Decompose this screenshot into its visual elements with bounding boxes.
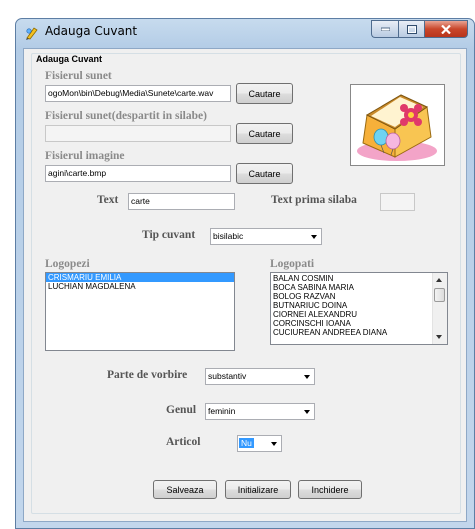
gender-value: feminin [208, 406, 236, 416]
therapists-listbox[interactable]: BALAN COSMIN BOCA SABINA MARIA BOLOG RAZ… [270, 272, 448, 345]
group-title: Adauga Cuvant [34, 54, 105, 64]
chevron-down-icon [311, 235, 317, 239]
sound-split-input[interactable] [45, 125, 231, 142]
chevron-down-icon [271, 442, 277, 446]
list-item[interactable]: BOLOG RAZVAN [271, 292, 447, 301]
word-type-label: Tip cuvant [142, 229, 196, 241]
first-syllable-input[interactable] [380, 193, 415, 211]
image-file-input[interactable]: agini\carte.bmp [45, 165, 231, 182]
therapists-scrollbar[interactable] [432, 273, 447, 344]
sound-split-label: Fisierul sunet(despartit in silabe) [45, 110, 207, 122]
article-label: Articol [166, 436, 201, 448]
chevron-down-icon [304, 375, 310, 379]
image-file-label: Fisierul imagine [45, 150, 125, 162]
list-item[interactable]: BUTNARIUC DOINA [271, 301, 447, 310]
part-of-speech-select[interactable]: substantiv [205, 368, 315, 385]
close-button[interactable] [424, 20, 468, 38]
reset-button[interactable]: Initializare [225, 480, 291, 499]
children-list-label: Logopezi [45, 258, 90, 270]
therapists-list-label: Logopati [270, 258, 315, 270]
image-preview [350, 84, 445, 166]
save-button[interactable]: Salveaza [153, 480, 217, 499]
article-value: Nu [239, 438, 254, 448]
list-item[interactable]: BOCA SABINA MARIA [271, 283, 447, 292]
dialog-client-area: Adauga Cuvant Fisierul sunet ogoMon\bin\… [23, 48, 467, 522]
window-controls [371, 20, 468, 38]
list-item[interactable]: CUCIUREAN ANDREEA DIANA [271, 328, 447, 337]
browse-sound-button[interactable]: Cautare [236, 83, 293, 104]
sound-file-label: Fisierul sunet [45, 70, 112, 82]
list-item[interactable]: LUCHIAN MAGDALENA [46, 282, 234, 291]
gender-label: Genul [166, 404, 197, 416]
sound-file-input[interactable]: ogoMon\bin\Debug\Media\Sunete\carte.wav [45, 85, 231, 102]
title-bar[interactable]: Adauga Cuvant [16, 19, 474, 47]
minimize-button[interactable] [371, 20, 398, 38]
dialog-window: Adauga Cuvant Adauga Cuvant Fisierul sun… [15, 18, 475, 529]
browse-sound-split-button[interactable]: Cautare [236, 123, 293, 144]
first-syllable-label: Text prima silaba [271, 194, 357, 206]
close-dialog-button[interactable]: Inchidere [298, 480, 362, 499]
gender-select[interactable]: feminin [205, 403, 315, 420]
text-input[interactable]: carte [128, 193, 235, 210]
word-type-select[interactable]: bisilabic [210, 228, 322, 245]
maximize-button[interactable] [398, 20, 424, 38]
scroll-down-icon[interactable] [436, 335, 442, 339]
list-item[interactable]: CIORNEI ALEXANDRU [271, 310, 447, 319]
list-item[interactable]: BALAN COSMIN [271, 274, 447, 283]
part-of-speech-value: substantiv [208, 371, 247, 381]
scrollbar-thumb[interactable] [434, 288, 445, 302]
article-select[interactable]: Nu [237, 435, 282, 452]
text-label: Text [97, 194, 119, 206]
list-item[interactable]: CORCINSCHI IOANA [271, 319, 447, 328]
chevron-down-icon [304, 410, 310, 414]
minimize-icon [380, 27, 390, 31]
window-title: Adauga Cuvant [45, 24, 138, 38]
children-listbox[interactable]: CRISMARIU EMILIA LUCHIAN MAGDALENA [45, 272, 235, 351]
list-item[interactable]: CRISMARIU EMILIA [46, 273, 234, 282]
browse-image-button[interactable]: Cautare [236, 163, 293, 184]
app-icon [26, 27, 38, 40]
word-type-value: bisilabic [213, 231, 244, 241]
part-of-speech-label: Parte de vorbire [107, 369, 188, 381]
book-with-balloons-image [357, 94, 437, 161]
close-icon [441, 24, 451, 34]
scroll-up-icon[interactable] [436, 278, 442, 282]
maximize-icon [406, 24, 417, 34]
